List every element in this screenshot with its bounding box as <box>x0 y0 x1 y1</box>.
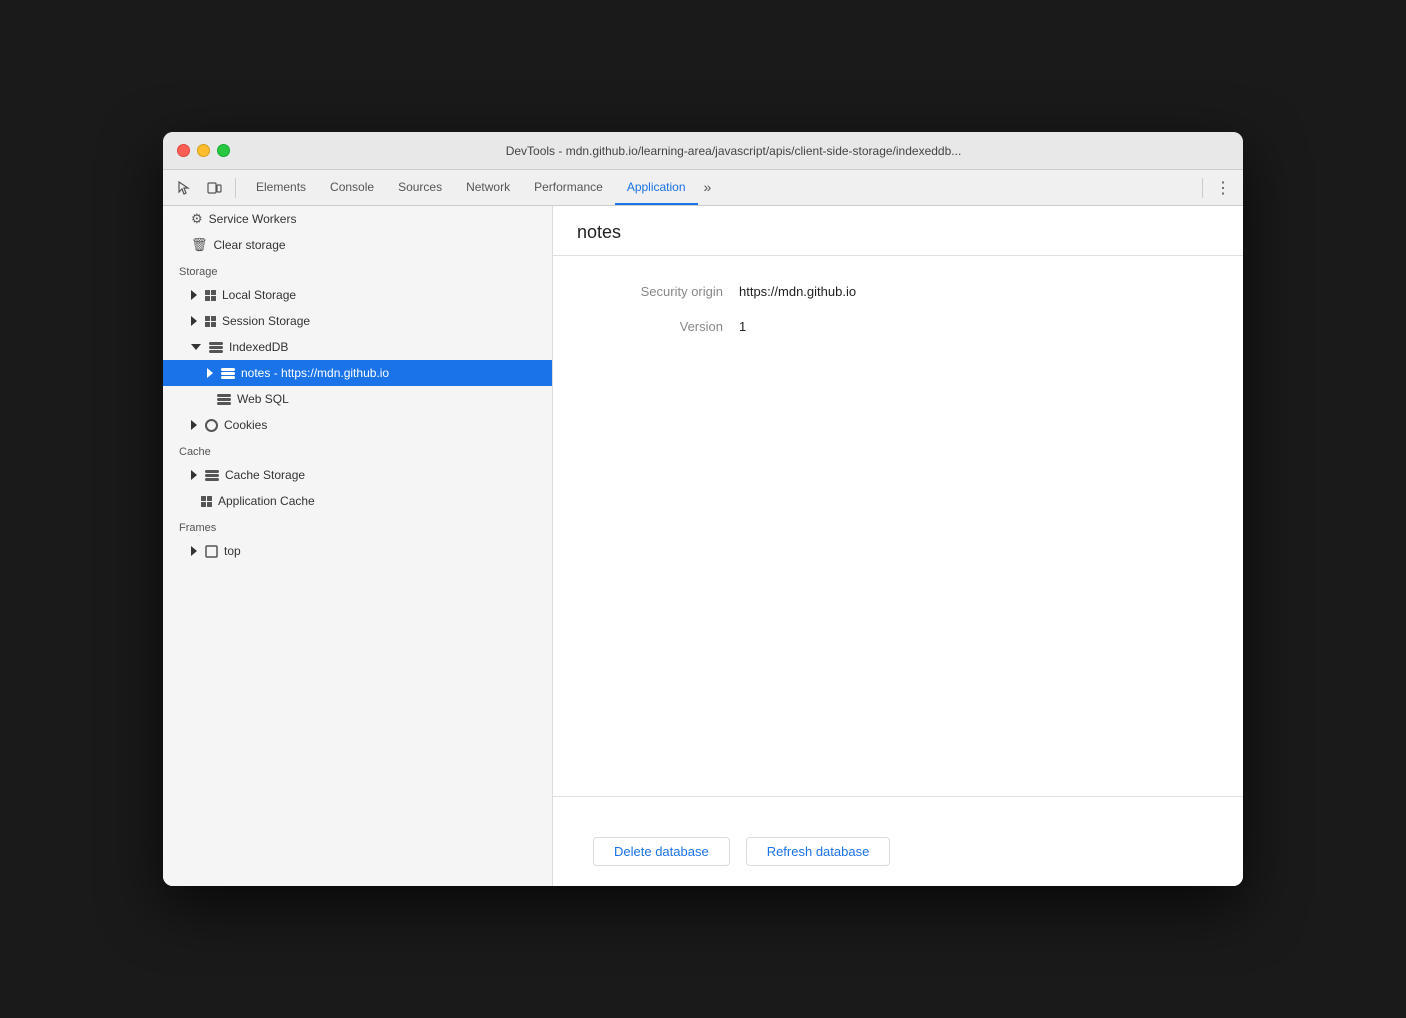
sidebar-item-web-sql[interactable]: Web SQL <box>163 386 552 412</box>
sidebar-item-cookies[interactable]: Cookies <box>163 412 552 438</box>
grid-icon <box>205 316 216 327</box>
frames-section-label: Frames <box>163 514 552 538</box>
db-icon <box>205 470 219 481</box>
sidebar-item-top-frame[interactable]: top <box>163 538 552 564</box>
sidebar-label-app-cache: Application Cache <box>218 494 315 508</box>
sidebar-label-notes-db: notes - https://mdn.github.io <box>241 366 389 380</box>
arrow-right-icon <box>191 420 197 430</box>
panel-title: notes <box>577 222 1219 243</box>
sidebar-label-session-storage: Session Storage <box>222 314 310 328</box>
tab-console[interactable]: Console <box>318 170 386 205</box>
sidebar-item-clear-storage[interactable]: 🗑 Clear storage <box>163 232 552 258</box>
arrow-down-icon <box>191 344 201 350</box>
db-icon <box>217 394 231 405</box>
traffic-lights <box>177 144 230 157</box>
sidebar-item-service-workers[interactable]: ⚙ Service Workers <box>163 206 552 232</box>
devtools-menu-button[interactable]: ⋮ <box>1211 176 1235 200</box>
grid-icon <box>201 496 212 507</box>
refresh-database-button[interactable]: Refresh database <box>746 837 891 866</box>
arrow-right-icon <box>191 290 197 300</box>
sidebar: ⚙ Service Workers 🗑 Clear storage Storag… <box>163 206 553 886</box>
arrow-right-icon <box>191 316 197 326</box>
close-button[interactable] <box>177 144 190 157</box>
version-label: Version <box>593 319 723 334</box>
sidebar-label-top: top <box>224 544 241 558</box>
sidebar-item-cache-storage[interactable]: Cache Storage <box>163 462 552 488</box>
sidebar-item-indexeddb[interactable]: IndexedDB <box>163 334 552 360</box>
device-toolbar-button[interactable] <box>201 175 227 201</box>
arrow-right-icon <box>191 470 197 480</box>
cache-section-label: Cache <box>163 438 552 462</box>
db-icon <box>209 342 223 353</box>
tab-sources[interactable]: Sources <box>386 170 454 205</box>
delete-database-button[interactable]: Delete database <box>593 837 730 866</box>
frame-icon <box>205 545 218 558</box>
toolbar-separator <box>235 178 236 198</box>
sidebar-label-cache-storage: Cache Storage <box>225 468 305 482</box>
devtools-window: DevTools - mdn.github.io/learning-area/j… <box>163 132 1243 886</box>
sidebar-label-service-workers: Service Workers <box>209 212 297 226</box>
titlebar: DevTools - mdn.github.io/learning-area/j… <box>163 132 1243 170</box>
db-icon <box>221 368 235 379</box>
device-icon <box>206 180 222 196</box>
sidebar-item-session-storage[interactable]: Session Storage <box>163 308 552 334</box>
inspect-element-button[interactable] <box>171 175 197 201</box>
panel-divider <box>553 796 1243 797</box>
panel-header: notes <box>553 206 1243 256</box>
tab-bar: Elements Console Sources Network Perform… <box>244 170 1194 205</box>
sidebar-item-local-storage[interactable]: Local Storage <box>163 282 552 308</box>
trash-icon: 🗑 <box>191 237 208 253</box>
toolbar: Elements Console Sources Network Perform… <box>163 170 1243 206</box>
toolbar-separator-2 <box>1202 178 1203 198</box>
sidebar-label-clear-storage: Clear storage <box>214 238 286 252</box>
security-origin-row: Security origin https://mdn.github.io <box>593 284 1203 299</box>
storage-section-label: Storage <box>163 258 552 282</box>
sidebar-label-indexeddb: IndexedDB <box>229 340 288 354</box>
version-value: 1 <box>739 319 746 334</box>
security-origin-value: https://mdn.github.io <box>739 284 856 299</box>
security-origin-label: Security origin <box>593 284 723 299</box>
sidebar-item-app-cache[interactable]: Application Cache <box>163 488 552 514</box>
action-buttons: Delete database Refresh database <box>553 817 1243 886</box>
more-tabs-button[interactable]: » <box>698 170 718 205</box>
main-content: ⚙ Service Workers 🗑 Clear storage Storag… <box>163 206 1243 886</box>
tab-network[interactable]: Network <box>454 170 522 205</box>
grid-icon <box>205 290 216 301</box>
tab-elements[interactable]: Elements <box>244 170 318 205</box>
sidebar-item-notes-db[interactable]: notes - https://mdn.github.io <box>163 360 552 386</box>
sidebar-label-local-storage: Local Storage <box>222 288 296 302</box>
arrow-right-icon <box>207 368 213 378</box>
panel-body: Security origin https://mdn.github.io Ve… <box>553 256 1243 776</box>
cookie-icon <box>205 419 218 432</box>
version-row: Version 1 <box>593 319 1203 334</box>
arrow-right-icon <box>191 546 197 556</box>
maximize-button[interactable] <box>217 144 230 157</box>
minimize-button[interactable] <box>197 144 210 157</box>
sidebar-label-cookies: Cookies <box>224 418 267 432</box>
tab-performance[interactable]: Performance <box>522 170 615 205</box>
sidebar-label-web-sql: Web SQL <box>237 392 289 406</box>
gear-icon: ⚙ <box>191 211 203 227</box>
right-panel: notes Security origin https://mdn.github… <box>553 206 1243 886</box>
cursor-icon <box>176 180 192 196</box>
tab-application[interactable]: Application <box>615 170 698 205</box>
window-title: DevTools - mdn.github.io/learning-area/j… <box>238 144 1229 158</box>
